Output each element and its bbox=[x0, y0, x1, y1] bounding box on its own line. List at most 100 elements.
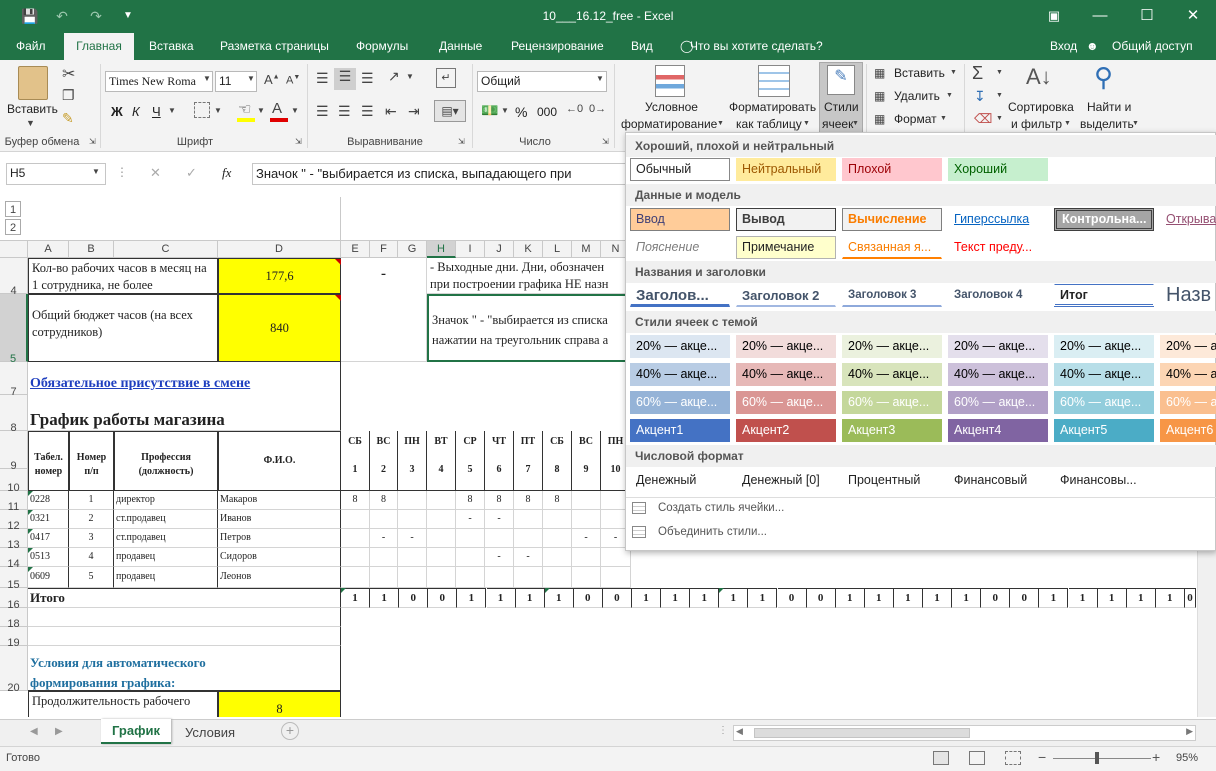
table-row-day-cell[interactable]: - bbox=[456, 510, 485, 529]
outline-level-1-button[interactable]: 1 bbox=[5, 201, 21, 217]
column-header-l[interactable]: L bbox=[543, 241, 572, 258]
table-row-fio[interactable]: Петров bbox=[218, 529, 341, 548]
style-accents-2[interactable]: Акцент2 bbox=[736, 419, 836, 442]
total-cell[interactable]: 0 bbox=[777, 588, 807, 608]
scroll-right-icon[interactable]: ▶ bbox=[1186, 726, 1193, 737]
row-header-11[interactable]: 11 bbox=[0, 491, 28, 513]
sort-filter-label-1[interactable]: Сортировка bbox=[1008, 100, 1074, 114]
style-accent60-6[interactable]: 60% — а bbox=[1160, 391, 1216, 414]
style-good[interactable]: Хороший bbox=[948, 158, 1048, 181]
tab-home[interactable]: Главная bbox=[64, 33, 134, 60]
total-cell[interactable]: 1 bbox=[1039, 588, 1069, 608]
format-table-dropdown-icon[interactable]: ▼ bbox=[803, 120, 810, 127]
style-heading-3[interactable]: Заголовок 3 bbox=[842, 284, 942, 307]
table-row-day-cell[interactable] bbox=[427, 491, 456, 510]
style-comma[interactable]: Финансовый bbox=[948, 469, 1048, 492]
cell-styles-dropdown-icon[interactable]: ▼ bbox=[852, 120, 859, 127]
table-row-day-cell[interactable] bbox=[341, 567, 370, 588]
align-bottom-icon[interactable]: ☰ bbox=[361, 70, 374, 87]
zoom-level[interactable]: 95% bbox=[1176, 752, 1198, 764]
table-row-day-cell[interactable]: - bbox=[572, 529, 601, 548]
total-cell[interactable]: 1 bbox=[1126, 588, 1156, 608]
total-cell[interactable]: 0 bbox=[981, 588, 1011, 608]
fill-dropdown-icon[interactable]: ▼ bbox=[257, 106, 265, 115]
row-header-19[interactable]: 19 bbox=[0, 627, 28, 649]
add-sheet-icon[interactable]: + bbox=[281, 722, 299, 740]
cell-a19[interactable] bbox=[28, 627, 341, 646]
decrease-decimal-icon[interactable]: 0→ bbox=[589, 103, 606, 115]
name-box-dropdown-icon[interactable]: ▼ bbox=[92, 167, 100, 176]
row-header-10[interactable]: 10 bbox=[0, 469, 28, 494]
thousands-button[interactable]: 000 bbox=[537, 105, 557, 119]
table-row-day-cell[interactable] bbox=[514, 567, 543, 588]
share-button[interactable]: Общий доступ bbox=[1104, 33, 1201, 60]
row-header-7[interactable]: 7 bbox=[0, 362, 28, 398]
format-as-table-label-1[interactable]: Форматировать bbox=[729, 100, 816, 114]
style-linked-cell[interactable]: Связанная я... bbox=[842, 236, 942, 259]
align-left-icon[interactable]: ☰ bbox=[316, 103, 329, 120]
cell-d21[interactable]: 8 bbox=[218, 691, 341, 717]
align-center-icon[interactable]: ☰ bbox=[338, 103, 351, 120]
cell-h4[interactable]: - Выходные дни. Дни, обозначен при постро… bbox=[427, 258, 627, 294]
total-cell[interactable]: 1 bbox=[370, 588, 400, 608]
style-title[interactable]: Назв bbox=[1160, 282, 1216, 305]
horizontal-scroll-thumb[interactable] bbox=[754, 728, 970, 738]
table-row-day-cell[interactable] bbox=[572, 510, 601, 529]
style-bad[interactable]: Плохой bbox=[842, 158, 942, 181]
ribbon-display-icon[interactable]: ▣ bbox=[1031, 0, 1077, 32]
table-row-day-cell[interactable]: 8 bbox=[485, 491, 514, 510]
table-row-tab-number[interactable]: 0417 bbox=[28, 529, 69, 548]
currency-dropdown-icon[interactable]: ▼ bbox=[501, 106, 509, 115]
style-hyperlink[interactable]: Гиперссылка bbox=[948, 208, 1048, 231]
zoom-out-icon[interactable]: − bbox=[1038, 749, 1046, 765]
fill-dropdown-icon[interactable]: ▼ bbox=[996, 92, 1003, 99]
table-row-day-cell[interactable] bbox=[456, 548, 485, 567]
insert-function-icon[interactable]: fx bbox=[222, 165, 231, 181]
table-row-profession[interactable]: ст.продавец bbox=[114, 510, 218, 529]
column-header-b[interactable]: B bbox=[69, 241, 114, 258]
delete-cells-icon[interactable]: ▦ bbox=[874, 89, 885, 103]
style-comma-0[interactable]: Финансовы... bbox=[1054, 469, 1154, 492]
cell-styles-label-1[interactable]: Стили bbox=[824, 100, 859, 114]
merge-center-icon[interactable]: ▤▾ bbox=[434, 100, 466, 122]
number-format-box[interactable]: Общий bbox=[477, 71, 607, 92]
style-heading-2[interactable]: Заголовок 2 bbox=[736, 284, 836, 307]
style-percent[interactable]: Процентный bbox=[842, 469, 942, 492]
cell-a20[interactable]: Условия для автоматического формирования … bbox=[28, 646, 341, 691]
total-cell[interactable]: 1 bbox=[661, 588, 691, 608]
find-select-icon[interactable]: ⚲ bbox=[1094, 62, 1113, 93]
table-row-day-cell[interactable] bbox=[543, 529, 572, 548]
column-header-i[interactable]: I bbox=[456, 241, 485, 258]
style-accent40-3[interactable]: 40% — акце... bbox=[842, 363, 942, 386]
format-dropdown-icon[interactable]: ▼ bbox=[940, 115, 947, 122]
sheet-tab-schedule[interactable]: График bbox=[101, 719, 171, 744]
table-row-day-cell[interactable]: 8 bbox=[370, 491, 398, 510]
borders-icon[interactable] bbox=[194, 102, 210, 118]
font-name-dropdown-icon[interactable]: ▼ bbox=[203, 74, 211, 83]
style-accents-3[interactable]: Акцент3 bbox=[842, 419, 942, 442]
total-cell[interactable]: 1 bbox=[1097, 588, 1127, 608]
table-row-day-cell[interactable]: - bbox=[514, 548, 543, 567]
autosum-icon[interactable]: Σ bbox=[972, 63, 983, 84]
sign-in-link[interactable]: Вход bbox=[1042, 33, 1085, 60]
increase-font-icon[interactable]: A▲ bbox=[264, 72, 280, 87]
clear-dropdown-icon[interactable]: ▼ bbox=[996, 115, 1003, 122]
cell-styles-icon[interactable]: ✎ bbox=[827, 65, 855, 95]
table-row-day-cell[interactable] bbox=[398, 510, 427, 529]
font-color-icon[interactable]: A bbox=[272, 100, 282, 117]
style-warning-text[interactable]: Текст преду... bbox=[948, 236, 1048, 259]
style-accent20-2[interactable]: 20% — акце... bbox=[736, 335, 836, 358]
table-row-day-cell[interactable] bbox=[572, 548, 601, 567]
page-layout-view-icon[interactable] bbox=[969, 751, 985, 765]
table-row-day-cell[interactable] bbox=[341, 529, 370, 548]
row-header-14[interactable]: 14 bbox=[0, 548, 28, 570]
style-input[interactable]: Ввод bbox=[630, 208, 730, 231]
table-row-profession[interactable]: продавец bbox=[114, 567, 218, 588]
formula-input[interactable]: Значок " - "выбирается из списка, выпада… bbox=[252, 163, 632, 185]
sheet-tab-conditions[interactable]: Условия bbox=[174, 722, 246, 744]
italic-button[interactable]: К bbox=[132, 104, 140, 119]
font-color-dropdown-icon[interactable]: ▼ bbox=[291, 106, 299, 115]
percent-button[interactable]: % bbox=[515, 104, 527, 120]
total-cell[interactable]: 1 bbox=[864, 588, 894, 608]
cell-ef4[interactable]: - bbox=[341, 258, 427, 362]
